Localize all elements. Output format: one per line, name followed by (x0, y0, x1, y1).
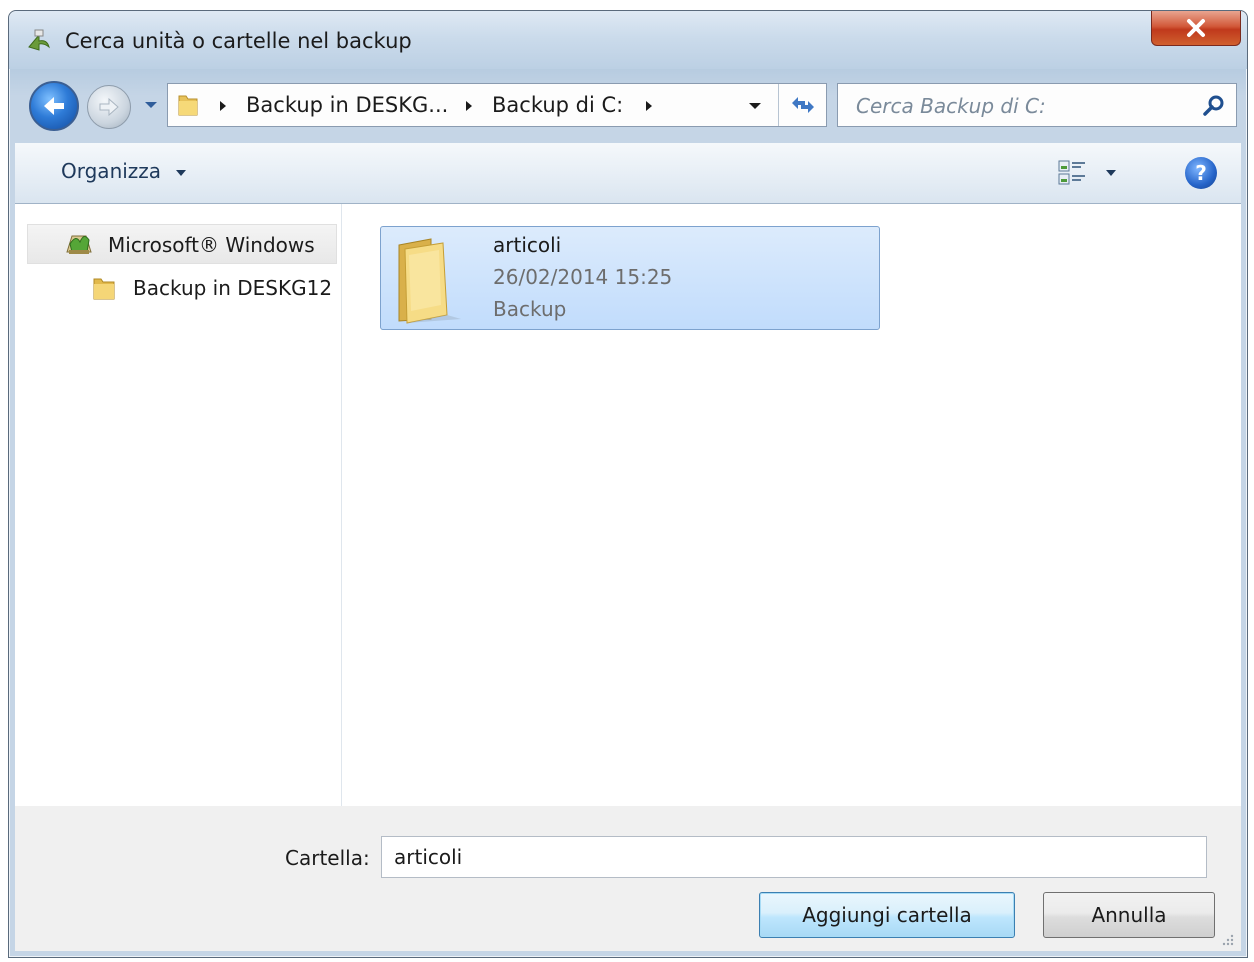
dialog-footer: Cartella: Aggiungi cartella Annulla (15, 806, 1241, 951)
breadcrumb-item[interactable]: Backup di C: (492, 93, 623, 117)
file-type: Backup (493, 297, 567, 321)
help-icon: ? (1195, 161, 1207, 185)
search-placeholder: Cerca Backup di C: (856, 94, 1046, 118)
folder-name-field[interactable] (381, 836, 1207, 878)
file-item-articoli[interactable]: articoli 26/02/2014 15:25 Backup (380, 226, 880, 330)
organize-menu[interactable]: Organizza (61, 159, 161, 183)
details-view-icon (1058, 160, 1085, 185)
folder-label: Cartella: (285, 846, 370, 870)
search-icon[interactable] (1202, 94, 1226, 118)
backup-icon (66, 235, 92, 254)
address-bar[interactable]: Backup in DESKG... Backup di C: (167, 83, 827, 127)
breadcrumb-arrow-icon[interactable] (464, 100, 474, 112)
breadcrumb-arrow-icon[interactable] (218, 100, 228, 112)
close-icon (1187, 19, 1205, 37)
help-button[interactable]: ? (1185, 157, 1217, 189)
chevron-down-icon (1106, 170, 1116, 176)
recent-pages-chevron-icon[interactable] (143, 97, 159, 113)
arrow-right-icon (99, 97, 119, 117)
close-button[interactable] (1151, 11, 1241, 46)
refresh-icon (792, 97, 814, 113)
window-title: Cerca unità o cartelle nel backup (65, 29, 412, 53)
content-area: Microsoft® Windows Backup in DESKG12 art… (15, 204, 1241, 806)
refresh-button[interactable] (778, 84, 827, 126)
nav-item-microsoft-windows[interactable]: Microsoft® Windows (27, 224, 337, 264)
nav-item-label: Backup in DESKG12 (133, 276, 333, 300)
back-button[interactable] (29, 81, 79, 131)
add-folder-button[interactable]: Aggiungi cartella (759, 892, 1015, 938)
resize-grip-icon[interactable] (1221, 933, 1235, 947)
breadcrumb-arrow-icon[interactable] (644, 100, 654, 112)
navigation-row: Backup in DESKG... Backup di C: Cerca Ba… (9, 73, 1247, 133)
folder-icon (93, 278, 115, 300)
search-field[interactable]: Cerca Backup di C: (837, 83, 1237, 127)
dialog-window: Cerca unità o cartelle nel backup Backup… (8, 10, 1248, 958)
breadcrumb-item[interactable]: Backup in DESKG... (246, 93, 448, 117)
folder-icon (398, 238, 461, 324)
forward-button[interactable] (87, 85, 131, 129)
nav-item-backup-deskg12[interactable]: Backup in DESKG12 (75, 268, 341, 308)
change-view-button[interactable] (1057, 157, 1129, 189)
navigation-pane: Microsoft® Windows Backup in DESKG12 (15, 204, 342, 806)
chevron-down-icon[interactable] (175, 169, 187, 177)
nav-item-label: Microsoft® Windows (108, 233, 315, 257)
file-list: articoli 26/02/2014 15:25 Backup (342, 204, 1241, 806)
file-date: 26/02/2014 15:25 (493, 265, 673, 289)
file-name: articoli (493, 233, 562, 257)
address-dropdown-icon[interactable] (748, 100, 762, 112)
backup-restore-icon (28, 29, 50, 51)
command-bar: Organizza ? (15, 143, 1241, 204)
cancel-button[interactable]: Annulla (1043, 892, 1215, 938)
title-bar[interactable]: Cerca unità o cartelle nel backup (9, 11, 1247, 69)
arrow-left-icon (44, 97, 64, 115)
folder-icon (178, 95, 198, 116)
